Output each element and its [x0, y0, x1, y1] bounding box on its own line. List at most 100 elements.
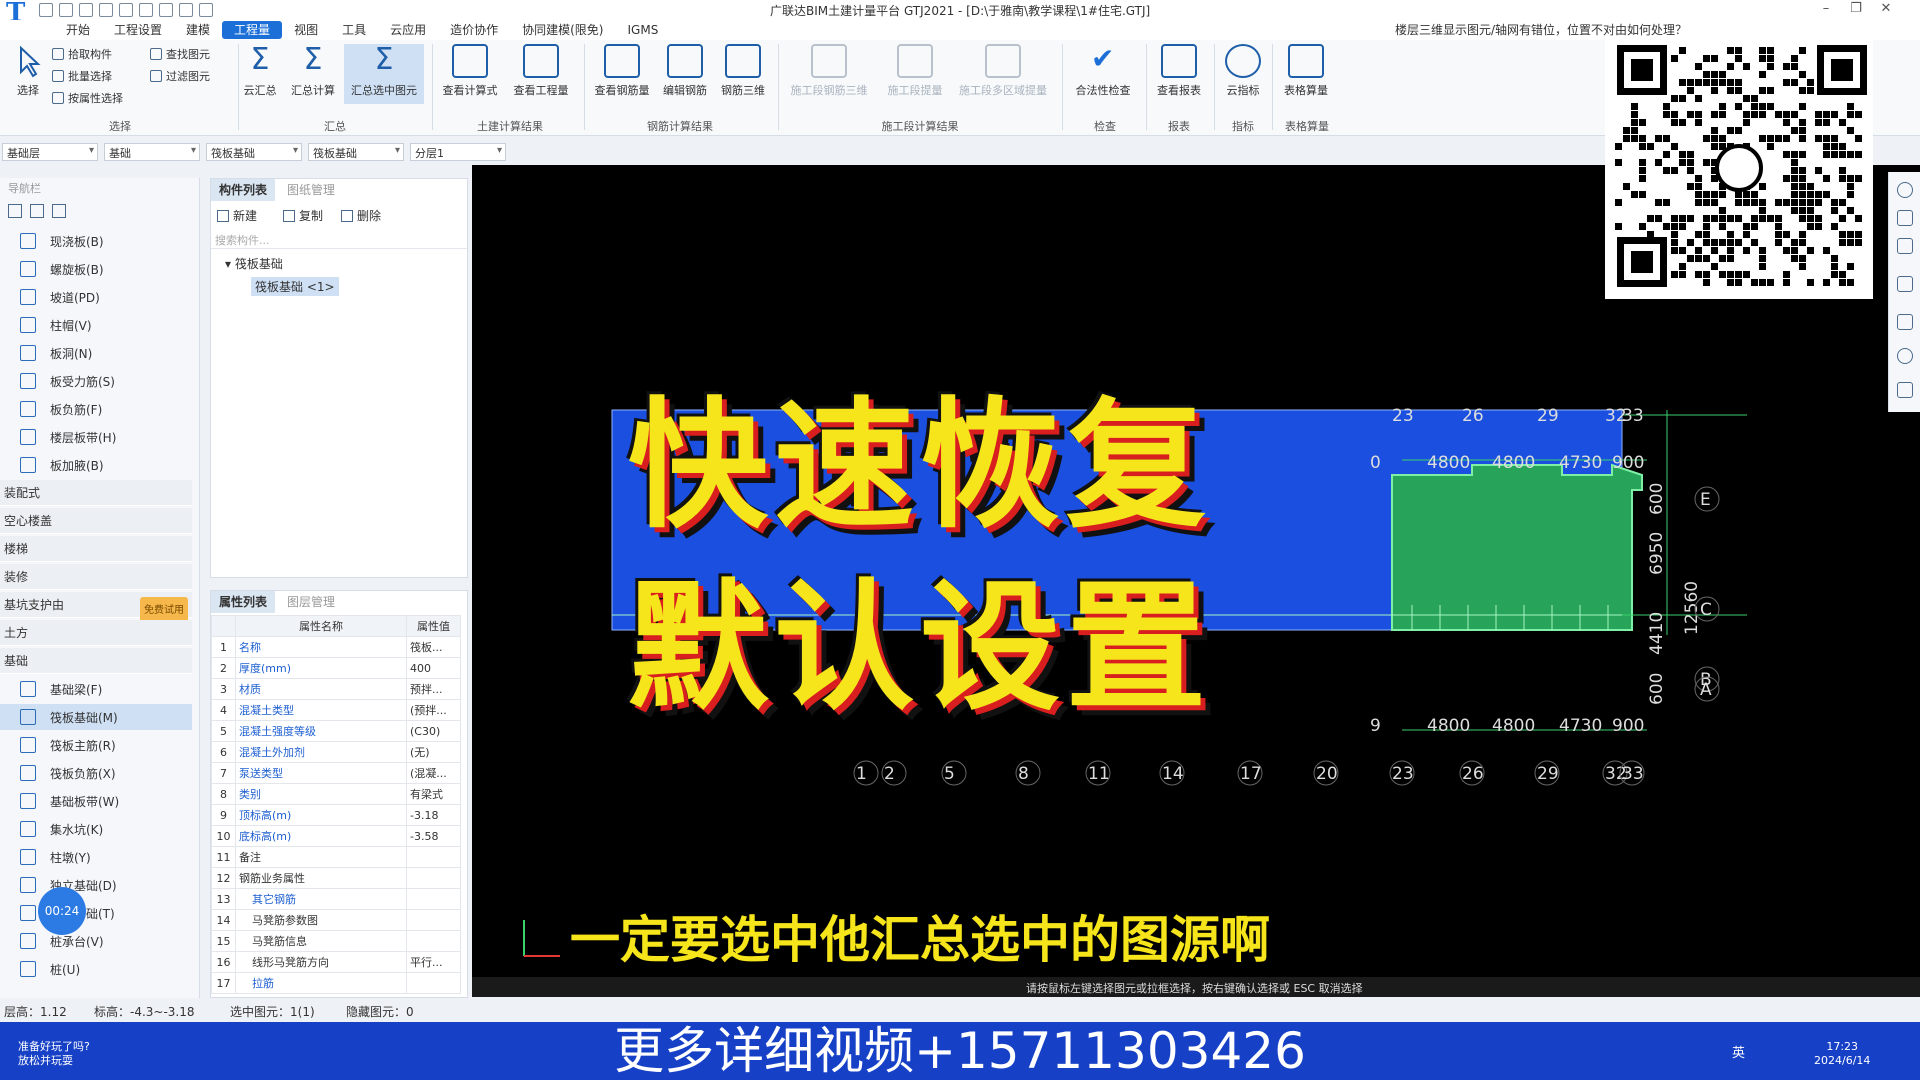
view-quantity-button[interactable]: 查看工程量 — [508, 44, 574, 104]
tab-property-list[interactable]: 属性列表 — [211, 591, 276, 613]
pick-component-button[interactable]: 拾取构件 — [52, 44, 112, 64]
select-button[interactable]: 选择 — [8, 44, 48, 104]
view-2d-icon[interactable] — [1897, 210, 1913, 226]
cloud-index-button[interactable]: 云指标 — [1220, 44, 1266, 104]
table-row[interactable]: 16 线形马凳筋方向 平行... — [211, 951, 461, 973]
help-notice[interactable]: 楼层三维显示图元/轴网有错位，位置不对由如何处理？ — [1395, 21, 1687, 38]
nav-category[interactable]: 装配式 — [0, 480, 192, 506]
summary-calc-button[interactable]: Σ 汇总计算 — [288, 44, 338, 104]
nav-item[interactable]: 螺旋板(B) — [0, 256, 192, 282]
nav-category[interactable]: 空心楼盖 — [0, 508, 192, 534]
table-row[interactable]: 14 马凳筋参数图 — [211, 909, 461, 931]
system-clock[interactable]: 17:23 2024/6/14 — [1814, 1040, 1870, 1068]
nav-item[interactable]: 基础梁(F) — [0, 676, 192, 702]
view-formula-button[interactable]: 查看计算式 — [438, 44, 502, 104]
new-file-icon[interactable] — [39, 3, 53, 17]
menu-igms[interactable]: IGMS — [616, 21, 671, 39]
nav-category[interactable]: 装修 — [0, 564, 192, 590]
nav-item[interactable]: 板洞(N) — [0, 340, 192, 366]
nav-item[interactable]: 条形基础(T) — [0, 900, 192, 926]
quick-tool-icon[interactable] — [159, 3, 173, 17]
cloud-summary-button[interactable]: Σ 云汇总 — [240, 44, 280, 104]
menu-quantity[interactable]: 工程量 — [222, 21, 283, 39]
minimize-icon[interactable]: – — [1812, 0, 1840, 20]
menu-project-settings[interactable]: 工程设置 — [102, 21, 174, 39]
nav-item[interactable]: 柱墩(Y) — [0, 844, 192, 870]
tab-layer-manager[interactable]: 图层管理 — [279, 591, 343, 613]
quick-tool-icon[interactable] — [139, 3, 153, 17]
nav-category[interactable]: 楼梯 — [0, 536, 192, 562]
floor-select[interactable]: 基础层 — [2, 143, 98, 161]
nav-item[interactable]: 楼层板带(H) — [0, 424, 192, 450]
menu-view[interactable]: 视图 — [282, 21, 330, 39]
table-row[interactable]: 12 钢筋业务属性 — [211, 867, 461, 889]
category-select[interactable]: 基础 — [104, 143, 200, 161]
undo-icon[interactable] — [99, 3, 113, 17]
edit-rebar-button[interactable]: 编辑钢筋 — [658, 44, 712, 104]
type-select[interactable]: 筏板基础 — [206, 143, 302, 161]
table-row[interactable]: 13 其它钢筋 — [211, 888, 461, 910]
layer-icon[interactable] — [1897, 382, 1913, 398]
table-row[interactable]: 1 名称 筏板... — [211, 636, 461, 658]
tree-node-parent[interactable]: ▾ 筏板基础 — [225, 255, 283, 272]
nav-item[interactable]: 柱帽(V) — [0, 312, 192, 338]
table-calc-button[interactable]: 表格算量 — [1278, 44, 1334, 104]
nav-item[interactable]: 集水坑(K) — [0, 816, 192, 842]
nav-category[interactable]: 基坑支护由 免费试用 — [0, 592, 192, 625]
notification[interactable]: 准备好玩了吗? 放松并玩耍 — [18, 1040, 90, 1068]
menu-modeling[interactable]: 建模 — [174, 21, 222, 39]
grid-view-icon[interactable] — [52, 204, 66, 218]
table-row[interactable]: 2 厚度(mm) 400 — [211, 657, 461, 679]
nav-category[interactable]: 基础 — [0, 648, 192, 674]
list-view-icon[interactable] — [30, 204, 44, 218]
rebar-3d-button[interactable]: 钢筋三维 — [716, 44, 770, 104]
view-report-button[interactable]: 查看报表 — [1152, 44, 1206, 104]
nav-item[interactable]: 板加腋(B) — [0, 452, 192, 478]
find-element-button[interactable]: 查找图元 — [150, 44, 210, 64]
attr-select-button[interactable]: 按属性选择 — [52, 88, 123, 108]
nav-item[interactable]: 筏板负筋(X) — [0, 760, 192, 786]
new-button[interactable]: 新建 — [217, 207, 257, 224]
batch-select-button[interactable]: 批量选择 — [52, 66, 112, 86]
table-row[interactable]: 9 顶标高(m) -3.18 — [211, 804, 461, 826]
view-3d-icon[interactable] — [1897, 238, 1913, 254]
tree-node-selected[interactable]: 筏板基础 <1> — [251, 277, 339, 296]
table-row[interactable]: 15 马凳筋信息 — [211, 930, 461, 952]
orbit-icon[interactable] — [1897, 182, 1913, 198]
table-row[interactable]: 11 备注 — [211, 846, 461, 868]
nav-item[interactable]: 桩(U) — [0, 956, 192, 982]
table-row[interactable]: 3 材质 预拌... — [211, 678, 461, 700]
menu-cloud[interactable]: 云应用 — [378, 21, 438, 39]
nav-item[interactable]: 板受力筋(S) — [0, 368, 192, 394]
summary-selected-button[interactable]: Σ 汇总选中图元 — [344, 44, 424, 104]
filter-element-button[interactable]: 过滤图元 — [150, 66, 210, 86]
menu-cost-collab[interactable]: 造价协作 — [438, 21, 510, 39]
table-row[interactable]: 8 类别 有梁式 — [211, 783, 461, 805]
cube-icon[interactable] — [1897, 276, 1913, 292]
menu-collab-modeling[interactable]: 协同建模(限免) — [510, 21, 615, 39]
close-icon[interactable]: ✕ — [1872, 0, 1900, 20]
redo-icon[interactable] — [119, 3, 133, 17]
tab-drawing-manager[interactable]: 图纸管理 — [279, 179, 343, 201]
table-row[interactable]: 5 混凝土强度等级 (C30) — [211, 720, 461, 742]
nav-item[interactable]: 现浇板(B) — [0, 228, 192, 254]
table-row[interactable]: 4 混凝土类型 (预拌... — [211, 699, 461, 721]
table-row[interactable]: 6 混凝土外加剂 (无) — [211, 741, 461, 763]
legality-check-button[interactable]: 合法性检查 — [1068, 42, 1138, 104]
layer-select[interactable]: 分层1 — [410, 143, 506, 161]
nav-item-raft-foundation[interactable]: 筏板基础(M) — [0, 704, 192, 730]
nav-item[interactable]: 板负筋(F) — [0, 396, 192, 422]
tab-component-list[interactable]: 构件列表 — [211, 179, 276, 201]
nav-category[interactable]: 土方 — [0, 620, 192, 646]
menu-start[interactable]: 开始 — [54, 21, 102, 39]
save-icon[interactable] — [79, 3, 93, 17]
fullscreen-icon[interactable] — [1897, 314, 1913, 330]
copy-button[interactable]: 复制 — [283, 207, 323, 224]
stage-quantity-button[interactable]: 施工段提量 — [880, 44, 950, 104]
pin-icon[interactable] — [8, 204, 22, 218]
stage-multi-button[interactable]: 施工段多区域提量 — [952, 44, 1054, 104]
nav-item[interactable]: 桩承台(V) — [0, 928, 192, 954]
component-select[interactable]: 筏板基础 — [308, 143, 404, 161]
rotate-icon[interactable] — [1897, 348, 1913, 364]
nav-item[interactable]: 基础板带(W) — [0, 788, 192, 814]
